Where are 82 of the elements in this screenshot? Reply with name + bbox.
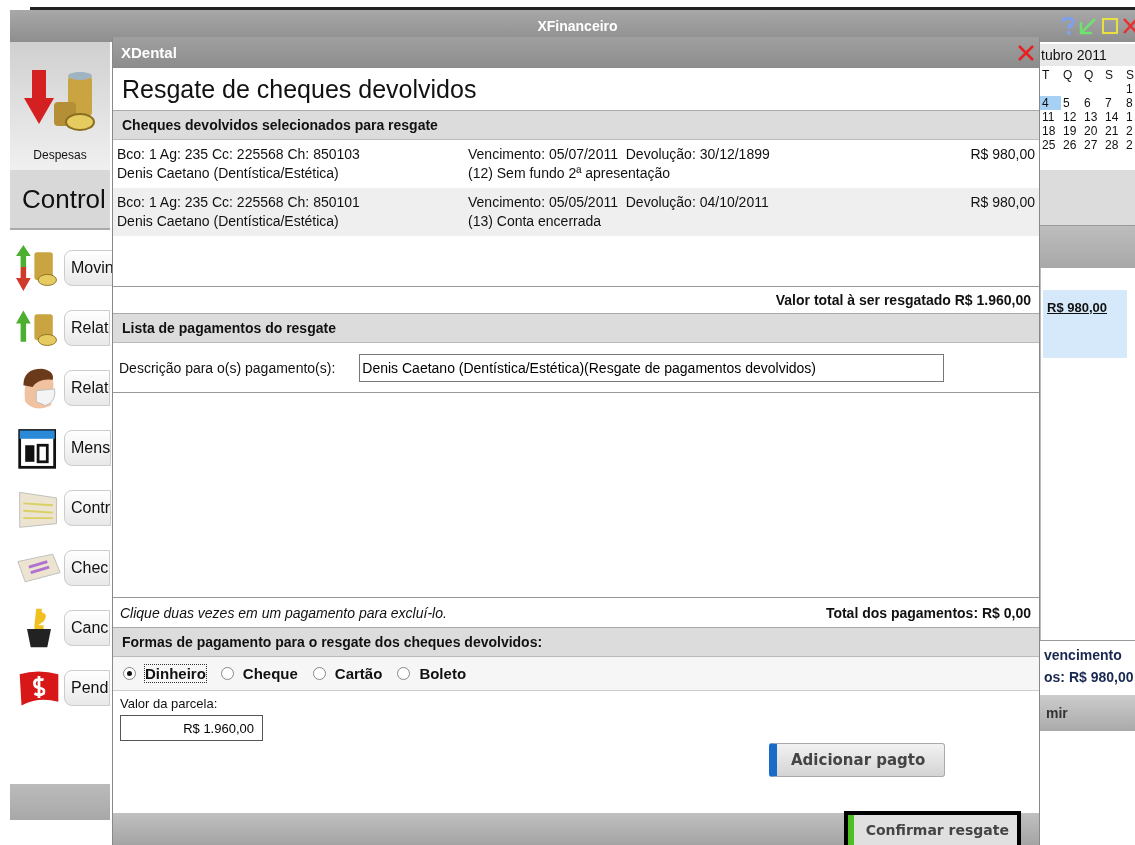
weekday-label: Q bbox=[1083, 68, 1095, 82]
confirm-button[interactable]: Confirmar resgate bbox=[843, 811, 1021, 845]
cheque-row[interactable]: Bco: 1 Ag: 235 Cc: 225568 Ch: 850103 Denis Caetano (Dentística/Estética) Vencimento: 05/07/2011 Devolução: 30/12/1899 (12) Sem fundo 2ª apresentação R$ 980,00 bbox=[113, 140, 1039, 188]
sidebar-button[interactable]: Relat bbox=[64, 370, 110, 406]
sidebar-button[interactable]: Chec bbox=[64, 550, 110, 586]
section-heading: Control bbox=[22, 183, 106, 215]
calendar-day[interactable]: 2 bbox=[1124, 138, 1135, 152]
help-icon[interactable] bbox=[1061, 17, 1075, 35]
reason-text: (13) Conta encerrada bbox=[468, 213, 603, 229]
maximize-icon[interactable] bbox=[1101, 17, 1119, 35]
dates-text: Vencimento: 05/07/2011 Devolução: 30/12/1899 bbox=[468, 146, 771, 162]
weekday-label: T bbox=[1041, 68, 1051, 82]
radio-label[interactable]: Cheque bbox=[241, 664, 299, 683]
calendar-day[interactable]: 11 bbox=[1040, 110, 1061, 124]
section-title: Cheques devolvidos selecionados para resgate bbox=[122, 117, 438, 133]
installment-label: Valor da parcela: bbox=[120, 696, 218, 711]
radio-button[interactable] bbox=[220, 667, 234, 680]
payments-total: Total dos pagamentos: R$ 0,00 bbox=[825, 604, 1031, 621]
radio-label[interactable]: Boleto bbox=[418, 664, 468, 683]
expenses-label: Despesas bbox=[33, 148, 87, 162]
sidebar-button[interactable]: Relat bbox=[64, 310, 110, 346]
weekday-label: Q bbox=[1062, 68, 1074, 82]
calendar-day[interactable]: 19 bbox=[1061, 124, 1082, 138]
section-title: Formas de pagamento para o resgate dos cheques devolvidos: bbox=[122, 634, 543, 650]
radio-button[interactable] bbox=[397, 667, 411, 680]
amount-text: R$ 980,00 bbox=[970, 146, 1035, 164]
dialog-title: XDental bbox=[121, 44, 177, 61]
calendar-day[interactable]: 20 bbox=[1082, 124, 1103, 138]
total-text: Valor total à ser resgatado R$ 1.960,00 bbox=[775, 292, 1031, 308]
calendar-day[interactable]: 28 bbox=[1103, 138, 1124, 152]
sidebar-button[interactable]: Mens bbox=[64, 430, 112, 466]
add-payment-button[interactable]: Adicionar pagto bbox=[769, 743, 945, 777]
minimize-icon[interactable] bbox=[1079, 17, 1097, 35]
calendar-day[interactable]: 4 bbox=[1040, 96, 1061, 110]
reason-text: (12) Sem fundo 2ª apresentação bbox=[468, 165, 672, 181]
account-text: Bco: 1 Ag: 235 Cc: 225568 Ch: 850101 bbox=[117, 194, 361, 210]
calendar-day[interactable]: 14 bbox=[1103, 110, 1124, 124]
calendar-day[interactable]: 21 bbox=[1103, 124, 1124, 138]
sidebar-button[interactable]: Movin bbox=[64, 250, 115, 286]
radio-label[interactable]: Cartão bbox=[333, 664, 384, 683]
close-icon[interactable] bbox=[1017, 43, 1035, 62]
cheque-row[interactable]: Bco: 1 Ag: 235 Cc: 225568 Ch: 850101 Denis Caetano (Dentística/Estética) Vencimento: 05/05/2011 Devolução: 04/10/2011 (13) Conta encerrada R$ 980,00 bbox=[113, 188, 1039, 236]
sidebar-button[interactable]: Contr bbox=[64, 490, 112, 526]
sidebar-button[interactable]: Canc bbox=[64, 610, 110, 646]
calendar-day[interactable]: 26 bbox=[1061, 138, 1082, 152]
radio-button[interactable] bbox=[312, 667, 326, 680]
amount-link[interactable]: R$ 980,00 bbox=[1047, 300, 1107, 315]
client-text: Denis Caetano (Dentística/Estética) bbox=[117, 213, 340, 229]
calendar-day[interactable]: 8 bbox=[1124, 96, 1135, 110]
calendar-day[interactable]: 7 bbox=[1103, 96, 1124, 110]
close-icon[interactable] bbox=[1123, 17, 1135, 35]
dates-text: Vencimento: 05/05/2011 Devolução: 04/10/2011 bbox=[468, 194, 770, 210]
calendar-day[interactable]: 5 bbox=[1061, 96, 1082, 110]
section-title: Lista de pagamentos do resgate bbox=[122, 320, 336, 336]
account-text: Bco: 1 Ag: 235 Cc: 225568 Ch: 850103 bbox=[117, 146, 361, 162]
amount-text: R$ 980,00 bbox=[970, 194, 1035, 212]
description-field[interactable]: Denis Caetano (Dentística/Estética)(Resgate de pagamentos devolvidos) bbox=[359, 353, 945, 382]
calendar-day[interactable]: 27 bbox=[1082, 138, 1103, 152]
description-label: Descrição para o(s) pagamento(s): bbox=[119, 359, 336, 376]
calendar-day[interactable]: 1 bbox=[1124, 110, 1135, 124]
print-button[interactable]: mir bbox=[1046, 705, 1068, 721]
client-text: Denis Caetano (Dentística/Estética) bbox=[117, 165, 340, 181]
radio-label[interactable]: Dinheiro bbox=[144, 664, 207, 683]
calendar-month: tubro 2011 bbox=[1040, 44, 1135, 66]
radio-button[interactable] bbox=[123, 667, 136, 680]
calendar-day[interactable]: 13 bbox=[1082, 110, 1103, 124]
calendar-day[interactable]: 25 bbox=[1040, 138, 1061, 152]
expenses-tile[interactable]: Despesas bbox=[10, 42, 110, 170]
calendar-day[interactable]: 12 bbox=[1061, 110, 1082, 124]
calendar-day[interactable]: 6 bbox=[1082, 96, 1103, 110]
calendar-day[interactable]: 1 bbox=[1124, 82, 1135, 96]
weekday-label: S bbox=[1125, 68, 1135, 82]
sidebar-button[interactable]: Pend bbox=[64, 670, 110, 706]
installment-field[interactable]: R$ 1.960,00 bbox=[120, 715, 263, 741]
due-label: vencimento bbox=[1044, 647, 1123, 663]
calendar-day[interactable]: 18 bbox=[1040, 124, 1061, 138]
weekday-label: S bbox=[1104, 68, 1114, 82]
total-label: os: R$ 980,00 bbox=[1044, 669, 1135, 685]
window-title: XFinanceiro bbox=[537, 18, 618, 34]
dialog-heading: Resgate de cheques devolvidos bbox=[122, 74, 477, 104]
calendar-day[interactable]: 2 bbox=[1124, 124, 1135, 138]
hint-text: Clique duas vezes em um pagamento para excluí-lo. bbox=[120, 604, 447, 621]
